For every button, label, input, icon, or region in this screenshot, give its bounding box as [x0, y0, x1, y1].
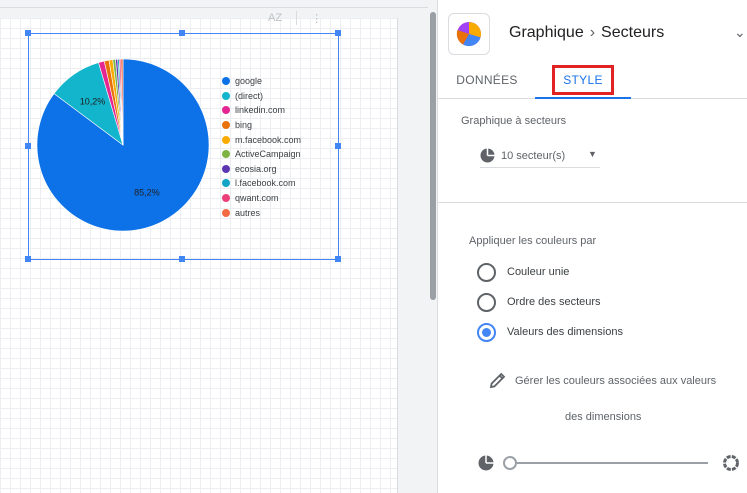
legend-label: linkedin.com — [235, 105, 286, 116]
pie-chart-component[interactable]: 85,2% 10,2% google (direct) linkedin.com bin… — [25, 30, 341, 262]
breadcrumb-separator: › — [589, 24, 596, 41]
legend-item[interactable]: google — [222, 74, 301, 89]
legend-color-dot — [222, 150, 230, 159]
breadcrumb-chart-type: Secteurs — [601, 24, 665, 41]
colors-section-title: Appliquer les couleurs par — [469, 235, 597, 247]
slider-track[interactable] — [508, 462, 708, 464]
properties-panel: Graphique › Secteurs ⌄ DONNÉES STYLE Graph… — [437, 0, 747, 493]
legend-color-dot — [222, 106, 230, 115]
legend-item[interactable]: ecosia.org — [222, 162, 301, 177]
legend-item[interactable]: (direct) — [222, 89, 301, 104]
chart-toolbar: AZ ⋮ — [268, 10, 322, 26]
slice-percent-label: 10,2% — [80, 96, 106, 106]
donut-icon — [723, 455, 739, 471]
color-option-dimension-values[interactable]: Valeurs des dimensions — [477, 321, 623, 343]
legend-label: google — [235, 76, 263, 87]
sort-icon[interactable]: AZ — [268, 12, 282, 24]
legend-item[interactable]: ActiveCampaign — [222, 147, 301, 162]
slices-count-select[interactable]: 10 secteur(s) ▼ — [480, 144, 600, 168]
legend-label: bing — [235, 120, 253, 131]
legend-label: l.facebook.com — [235, 178, 296, 189]
resize-handle-bottom-right[interactable] — [335, 256, 341, 262]
slider-thumb[interactable] — [503, 456, 517, 470]
manage-colors-text-continued: des dimensions — [565, 411, 642, 423]
resize-handle-right[interactable] — [335, 143, 341, 149]
chart-legend: google (direct) linkedin.com bing m.facebook… — [222, 74, 301, 220]
color-option-label: Ordre des secteurs — [507, 296, 601, 308]
legend-label: ActiveCampaign — [235, 149, 301, 160]
resize-handle-top-right[interactable] — [335, 30, 341, 36]
pie-chart-section: Graphique à secteurs 10 secteur(s) ▼ — [438, 100, 747, 203]
pie-chart-type-icon — [456, 21, 482, 47]
tab-style-label: STYLE — [552, 64, 614, 95]
manage-dimension-colors-link[interactable]: Gérer les couleurs associées aux valeurs… — [488, 366, 738, 426]
legend-label: m.facebook.com — [235, 134, 302, 145]
radio-solid-color[interactable] — [477, 262, 496, 282]
legend-color-dot — [222, 179, 230, 188]
panel-header: Graphique › Secteurs ⌄ — [438, 8, 747, 60]
legend-item[interactable]: m.facebook.com — [222, 132, 301, 147]
color-option-label: Valeurs des dimensions — [507, 326, 623, 338]
legend-color-dot — [222, 208, 230, 217]
manage-colors-text: Gérer les couleurs associées aux valeurs — [515, 375, 717, 387]
canvas-area: AZ ⋮ 85,2% 10,2% google (direct) linkedin.c… — [0, 0, 437, 493]
donut-hole-slider[interactable] — [478, 452, 744, 474]
color-option-slice-order[interactable]: Ordre des secteurs — [477, 291, 601, 313]
pie-chart: 85,2% 10,2% — [36, 58, 210, 232]
panel-breadcrumb: Graphique › Secteurs — [509, 24, 664, 42]
legend-color-dot — [222, 164, 230, 173]
legend-label: ecosia.org — [235, 163, 277, 174]
top-toolbar-strip — [0, 0, 437, 8]
radio-dimension-values[interactable] — [477, 322, 496, 342]
legend-label: qwant.com — [235, 193, 279, 204]
colors-section: Appliquer les couleurs par Couleur unie … — [438, 204, 747, 493]
radio-slice-order[interactable] — [477, 292, 496, 312]
legend-color-dot — [222, 77, 230, 86]
slice-percent-label: 85,2% — [134, 188, 160, 198]
pie-slices-icon — [480, 148, 495, 163]
legend-item[interactable]: linkedin.com — [222, 103, 301, 118]
app-root: AZ ⋮ 85,2% 10,2% google (direct) linkedin.c… — [0, 0, 747, 493]
legend-item[interactable]: qwant.com — [222, 191, 301, 206]
color-option-label: Couleur unie — [507, 266, 570, 278]
tab-data[interactable]: DONNÉES — [446, 62, 528, 98]
slices-count-value: 10 secteur(s) — [501, 149, 566, 162]
legend-color-dot — [222, 135, 230, 144]
pencil-icon — [489, 372, 506, 389]
chart-type-selector[interactable] — [448, 13, 490, 55]
legend-label: (direct) — [235, 90, 264, 101]
panel-tabs: DONNÉES STYLE — [438, 62, 747, 99]
pie-icon — [478, 455, 494, 471]
dropdown-arrow-icon: ▼ — [588, 149, 597, 159]
color-option-solid[interactable]: Couleur unie — [477, 261, 569, 283]
legend-color-dot — [222, 121, 230, 130]
legend-color-dot — [222, 91, 230, 100]
legend-label: autres — [235, 207, 261, 218]
legend-item[interactable]: autres — [222, 205, 301, 220]
pie-section-title: Graphique à secteurs — [461, 115, 567, 127]
canvas-scrollbar-thumb[interactable] — [430, 12, 436, 300]
tab-style[interactable]: STYLE — [535, 62, 631, 99]
more-options-icon[interactable]: ⋮ — [311, 12, 322, 25]
legend-item[interactable]: l.facebook.com — [222, 176, 301, 191]
toolbar-divider — [296, 11, 298, 25]
chevron-down-icon[interactable]: ⌄ — [734, 24, 746, 41]
breadcrumb-chart: Graphique — [509, 24, 584, 41]
legend-item[interactable]: bing — [222, 118, 301, 133]
legend-color-dot — [222, 194, 230, 203]
